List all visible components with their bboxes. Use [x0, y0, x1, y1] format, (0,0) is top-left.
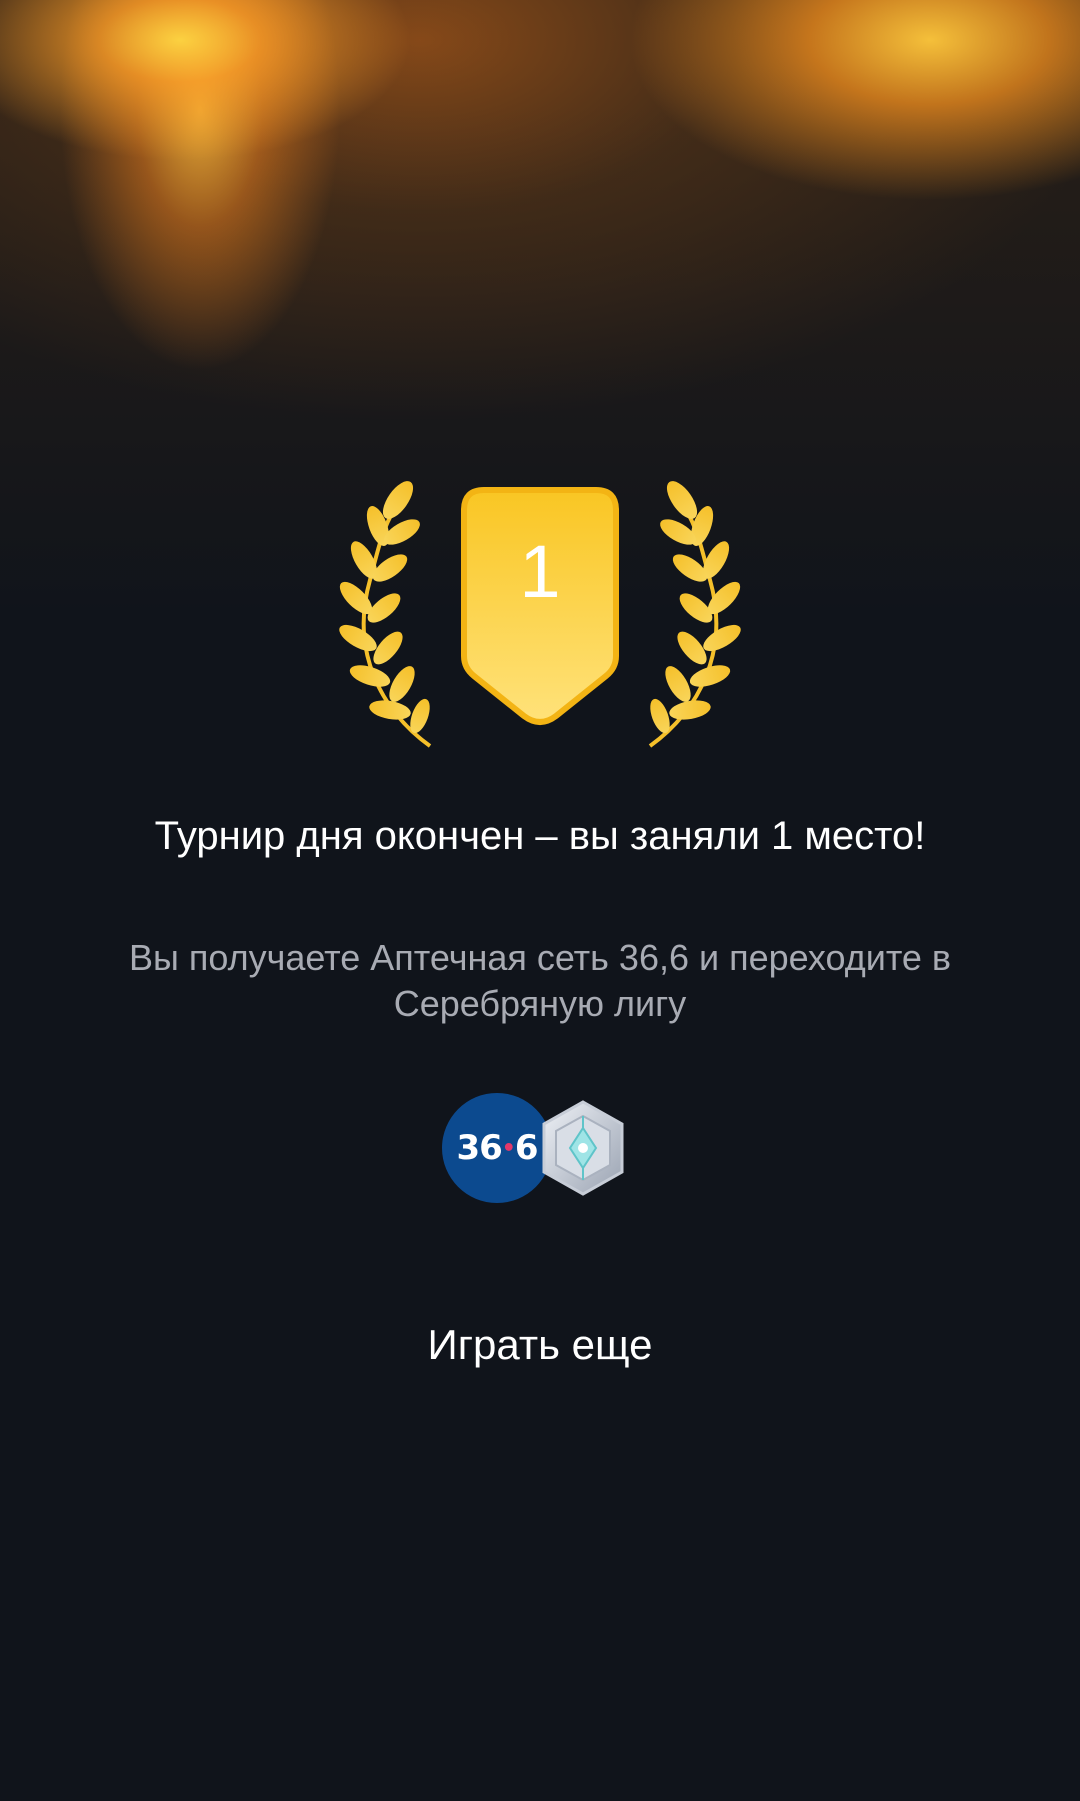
trophy-laurel-icon: [339, 481, 741, 748]
pharmacy-logo: 36•6: [442, 1093, 552, 1203]
tournament-result-screen: 1 Турнир дня окончен – вы заняли 1 место…: [0, 0, 1080, 1801]
place-number: 1: [519, 530, 561, 613]
pharmacy-logo-dot: •: [501, 1136, 516, 1161]
pharmacy-logo-right: 6: [514, 1128, 539, 1168]
right-laurel-icon: [648, 481, 741, 748]
play-again-button[interactable]: Играть еще: [340, 1310, 740, 1380]
result-title: Турнир дня окончен – вы заняли 1 место!: [154, 814, 926, 858]
silver-league-icon: [542, 1100, 624, 1196]
result-subtitle: Вы получаете Аптечная сеть 36,6 и перехо…: [128, 937, 952, 1024]
left-laurel-icon: [339, 481, 432, 748]
rewards-group: 36•6: [442, 1088, 642, 1203]
pharmacy-logo-left: 36: [456, 1128, 502, 1168]
